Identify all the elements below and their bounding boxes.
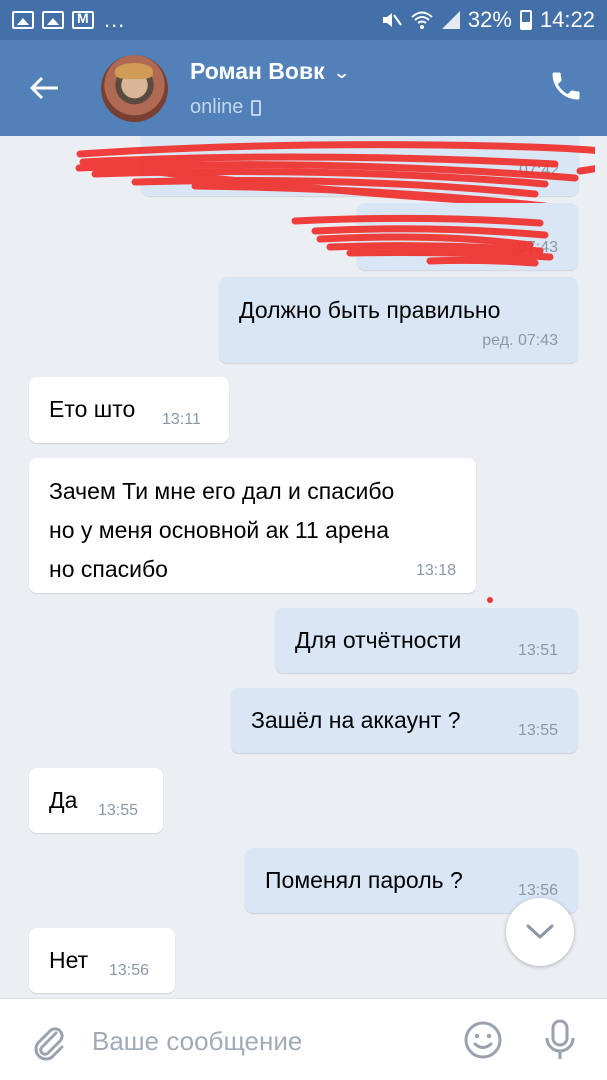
call-button[interactable] — [548, 68, 588, 108]
message-outgoing[interactable]: Должно быть правильно ред. 07:43 — [219, 277, 578, 363]
gallery-notification-icon-2 — [42, 11, 64, 29]
message-text: Нет — [49, 947, 89, 973]
wifi-icon — [411, 11, 433, 29]
message-time: 07:42 — [518, 162, 559, 179]
message-time: 13:56 — [109, 962, 150, 979]
smiley-icon — [464, 1021, 502, 1059]
mobile-device-icon — [251, 99, 262, 116]
message-outgoing-redacted[interactable]: 07:42 — [141, 136, 579, 196]
message-time: 13:18 — [415, 562, 456, 579]
message-text: Должно быть правильно — [239, 297, 501, 323]
message-outgoing[interactable]: Для отчётности 13:51 — [275, 608, 578, 673]
message-time: 07:43 — [517, 239, 558, 256]
contact-status: online — [190, 96, 262, 119]
message-text: Зачем Ти мне его дал и спасибо но у меня… — [49, 478, 395, 582]
message-text: Да — [49, 787, 78, 813]
message-incoming[interactable]: Ето што 13:11 — [29, 377, 229, 443]
message-outgoing-redacted[interactable]: 07:43 — [357, 203, 578, 270]
message-time: 13:55 — [517, 722, 558, 739]
avatar[interactable] — [101, 55, 168, 122]
unread-indicator — [487, 597, 493, 603]
scroll-to-bottom-button[interactable] — [506, 898, 574, 966]
status-bar: ... 32% 14:22 — [0, 0, 607, 40]
emoji-button[interactable] — [462, 1019, 504, 1061]
message-list[interactable]: 07:42 07:43 Должно быть правильно ред. 0… — [0, 136, 607, 998]
message-incoming[interactable]: Да 13:55 — [29, 768, 163, 833]
chat-header: Роман Вовк ⌄ online — [0, 40, 607, 136]
message-time: 13:55 — [98, 802, 139, 819]
message-text: Ето што — [49, 396, 136, 422]
message-time: 13:51 — [517, 642, 558, 659]
mail-notification-icon — [72, 10, 94, 29]
voice-message-button[interactable] — [540, 1017, 580, 1063]
message-text: Поменял пароль ? — [265, 867, 463, 893]
message-text: Для отчётности — [295, 627, 462, 653]
more-notifications: ... — [104, 7, 126, 32]
gallery-notification-icon — [12, 11, 34, 29]
paperclip-icon — [34, 1027, 64, 1061]
contact-name[interactable]: Роман Вовк ⌄ — [190, 58, 351, 85]
message-incoming[interactable]: Нет 13:56 — [29, 928, 175, 993]
microphone-icon — [545, 1019, 575, 1059]
chevron-down-icon: ⌄ — [332, 64, 351, 82]
back-button[interactable] — [26, 70, 66, 110]
mute-icon — [382, 13, 402, 27]
message-incoming[interactable]: Зачем Ти мне его дал и спасибо но у меня… — [29, 458, 476, 593]
battery-icon — [519, 10, 532, 30]
message-text: Зашёл на аккаунт ? — [251, 707, 461, 733]
message-outgoing[interactable]: Зашёл на аккаунт ? 13:55 — [231, 688, 578, 753]
message-time: 13:11 — [162, 411, 201, 428]
phone-icon — [552, 72, 580, 100]
attach-button[interactable] — [28, 1021, 68, 1061]
online-status-text: online — [190, 96, 244, 118]
battery-percent: 32% — [467, 7, 512, 32]
signal-icon — [441, 11, 460, 29]
message-composer — [0, 998, 607, 1080]
message-time: ред. 07:43 — [482, 332, 558, 349]
clock: 14:22 — [539, 7, 595, 32]
contact-name-text: Роман Вовк — [190, 58, 325, 84]
chevron-down-icon — [526, 924, 554, 939]
arrow-left-icon — [29, 76, 58, 100]
message-input[interactable] — [92, 1019, 432, 1063]
